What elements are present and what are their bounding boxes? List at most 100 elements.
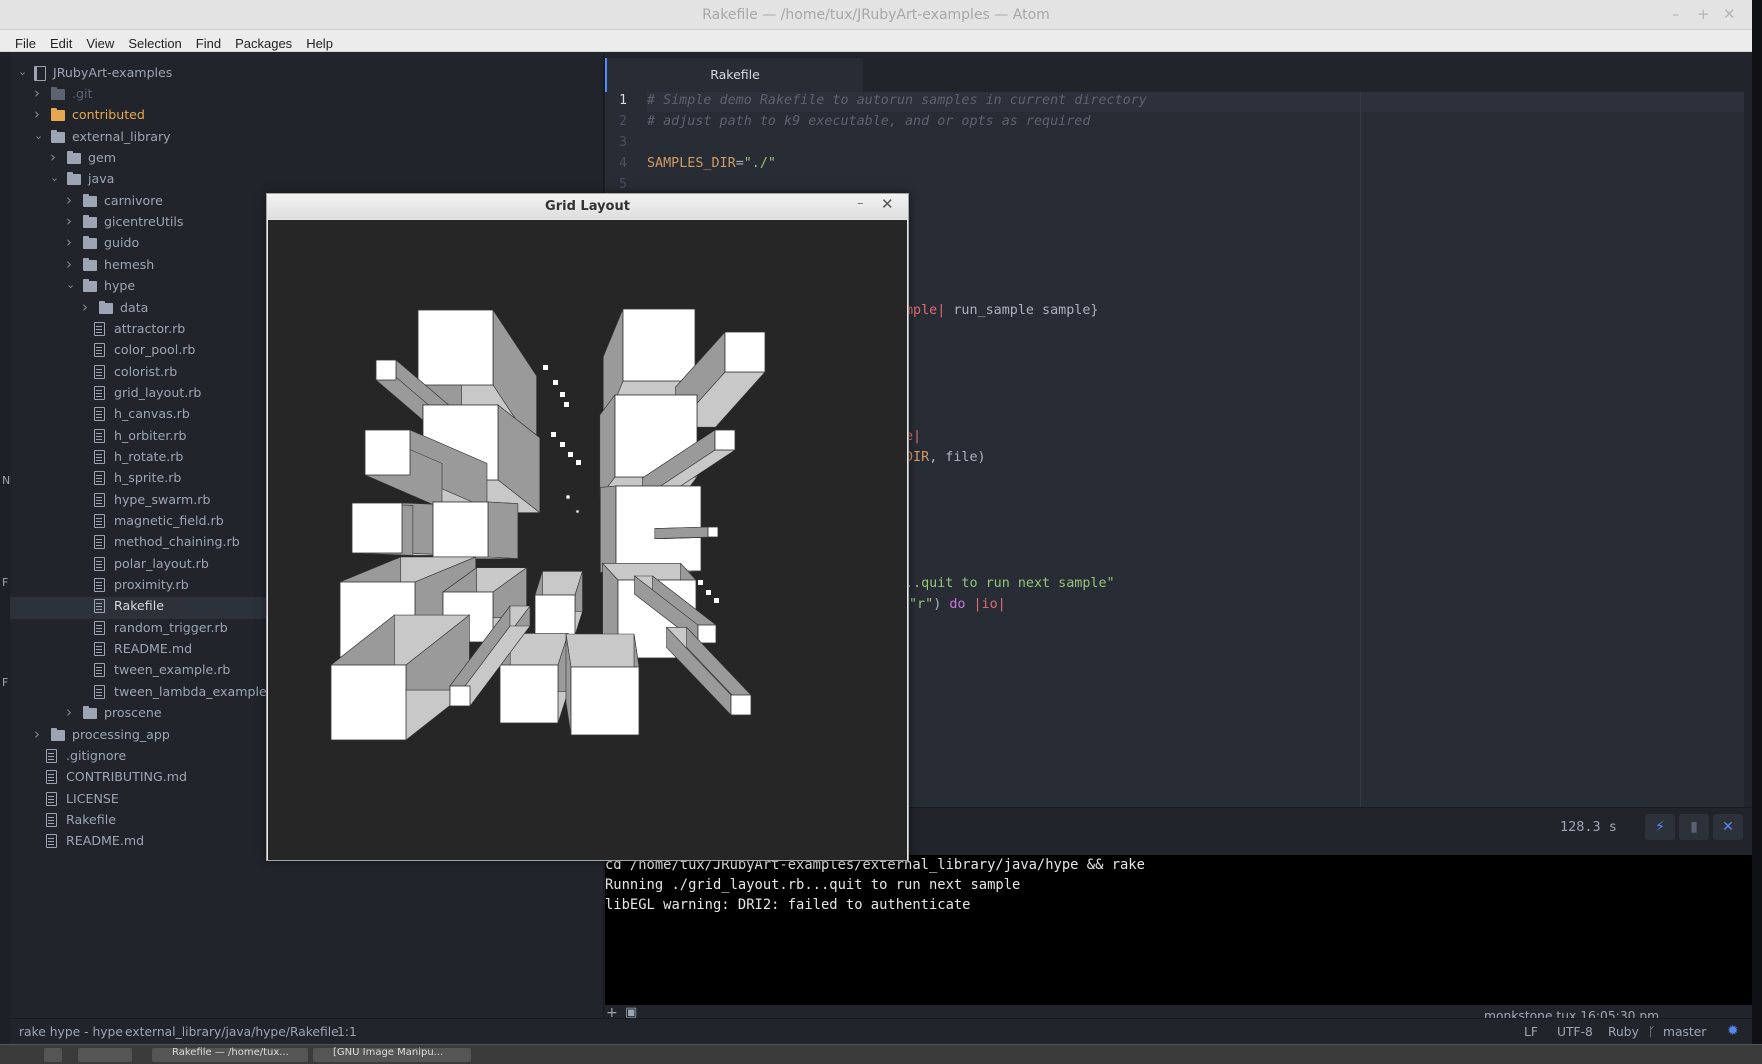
status-file-path[interactable]: external_library/java/hype/Rakefile [125,1025,339,1039]
code-line-4: SAMPLES_DIR="./" [647,156,776,171]
file-icon [94,407,105,421]
chevron-down-icon[interactable]: ⌄ [66,278,75,291]
terminal-screen[interactable]: cd /home/tux/JRubyArt-examples/external_… [605,855,1752,1005]
file-icon [94,557,105,571]
window-titlebar[interactable]: Rakefile — /home/tux/JRubyArt-examples —… [0,0,1752,30]
code-fragment-popen: "r") do |io| [909,597,1006,612]
menu-find[interactable]: Find [188,30,227,51]
small-cube-shape [693,510,698,515]
folder-icon [83,279,97,292]
file-icon [46,749,57,763]
menu-packages[interactable]: Packages [227,30,298,51]
code-fragment-join: DIR, file) [905,450,986,465]
file-icon [94,685,105,699]
run-lightning-icon[interactable]: ⚡ [1645,814,1675,840]
editor-scrollbar[interactable] [1744,92,1752,807]
folder-icon [83,215,97,228]
chevron-right-icon[interactable]: › [66,255,72,273]
file-icon [94,322,105,336]
status-task[interactable]: rake hype - hype [19,1025,123,1039]
menu-bar: File Edit View Selection Find Packages Help [0,30,1752,52]
file-icon [94,578,105,592]
tree-item-label: processing_app [72,727,170,742]
cube-shape [534,570,583,636]
folder-icon [51,130,65,143]
tree-folder-git[interactable]: › .git [10,84,604,107]
status-bar: rake hype - hype external_library/java/h… [10,1018,1752,1044]
chevron-right-icon[interactable]: › [66,233,72,251]
sketch-canvas[interactable] [268,220,907,860]
tree-item-label: java [88,171,115,186]
file-icon [46,834,57,848]
chevron-right-icon[interactable]: › [66,703,72,721]
taskbar-tray-icons[interactable] [78,1048,132,1062]
tree-item-label: h_orbiter.rb [114,428,187,443]
settings-gear-icon[interactable]: ✹ [1727,1023,1739,1039]
chevron-right-icon[interactable]: › [66,212,72,230]
chevron-right-icon[interactable]: › [82,298,88,316]
small-cube-shape [576,460,581,465]
status-grammar[interactable]: Ruby [1608,1025,1639,1039]
tab-rakefile[interactable]: Rakefile [605,58,863,92]
menu-view[interactable]: View [78,30,120,51]
trash-icon[interactable]: ▮ [1679,814,1709,840]
chevron-right-icon[interactable]: › [66,191,72,209]
status-line-ending[interactable]: LF [1524,1025,1538,1039]
menu-selection[interactable]: Selection [120,30,187,51]
tree-item-label: external_library [72,129,171,144]
chevron-down-icon[interactable]: ⌄ [34,129,43,142]
sketch-close-button[interactable]: ✕ [881,195,894,213]
status-branch[interactable]: master [1663,1025,1706,1039]
chevron-right-icon[interactable]: › [34,84,40,102]
tree-item-label: proximity.rb [114,577,189,592]
menu-help[interactable]: Help [298,30,339,51]
file-icon [94,429,105,443]
sketch-minimize-button[interactable]: – [857,196,864,211]
file-icon [94,642,105,656]
file-icon [94,365,105,379]
tree-item-label: data [120,300,149,315]
menu-file[interactable]: File [0,30,42,51]
maximize-window-button[interactable]: + [1697,5,1710,23]
folder-icon [67,151,81,164]
chevron-down-icon: ⌄ [18,65,28,78]
tree-item-label: tween_lambda_example.rb [114,684,284,699]
chevron-right-icon[interactable]: › [50,148,56,166]
status-encoding[interactable]: UTF-8 [1557,1025,1593,1039]
chevron-down-icon[interactable]: ⌄ [50,171,59,184]
tree-folder-java[interactable]: ⌄ java [10,170,604,192]
tree-item-label: .gitignore [66,748,127,763]
tree-item-label: attractor.rb [114,321,186,336]
wrap-guide [1360,92,1361,807]
tree-folder-gem[interactable]: › gem [10,148,604,171]
tree-folder-external-library[interactable]: ⌄ external_library [10,128,604,150]
menu-edit[interactable]: Edit [42,30,78,51]
repo-icon [34,66,46,81]
tree-folder-contributed[interactable]: › contributed [10,105,604,128]
file-icon [46,813,57,827]
elapsed-time: 128.3 s [1560,819,1617,835]
line-number: 1 [619,93,627,108]
status-cursor-position[interactable]: 1:1 [337,1025,357,1039]
file-icon [46,792,57,806]
tree-root[interactable]: ⌄ JRubyArt-examples [10,64,604,86]
tree-item-label: hype [104,278,136,293]
file-icon [94,450,105,464]
samples-dir-constant: SAMPLES_DIR [647,156,736,171]
tree-root-label: JRubyArt-examples [53,65,173,80]
close-window-button[interactable]: ✕ [1723,5,1736,23]
small-cube-shape [543,365,548,370]
chevron-right-icon[interactable]: › [34,725,40,743]
taskbar-launcher-icon[interactable] [44,1048,62,1062]
sketch-window[interactable]: Grid Layout – ✕ [266,193,909,861]
tree-item-label: proscene [104,705,162,720]
edge-glyph: N [2,474,11,487]
sketch-titlebar[interactable]: Grid Layout – ✕ [267,194,908,219]
tree-item-label: random_trigger.rb [114,620,228,635]
taskbar-item-gimp-label: [GNU Image Manipu... [333,1047,444,1058]
close-icon[interactable]: ✕ [1713,814,1743,840]
tree-item-label: magnetic_field.rb [114,513,224,528]
minimize-window-button[interactable]: – [1672,5,1680,23]
chevron-right-icon[interactable]: › [34,105,40,123]
terminal-line: libEGL warning: DRI2: failed to authenti… [605,897,971,913]
